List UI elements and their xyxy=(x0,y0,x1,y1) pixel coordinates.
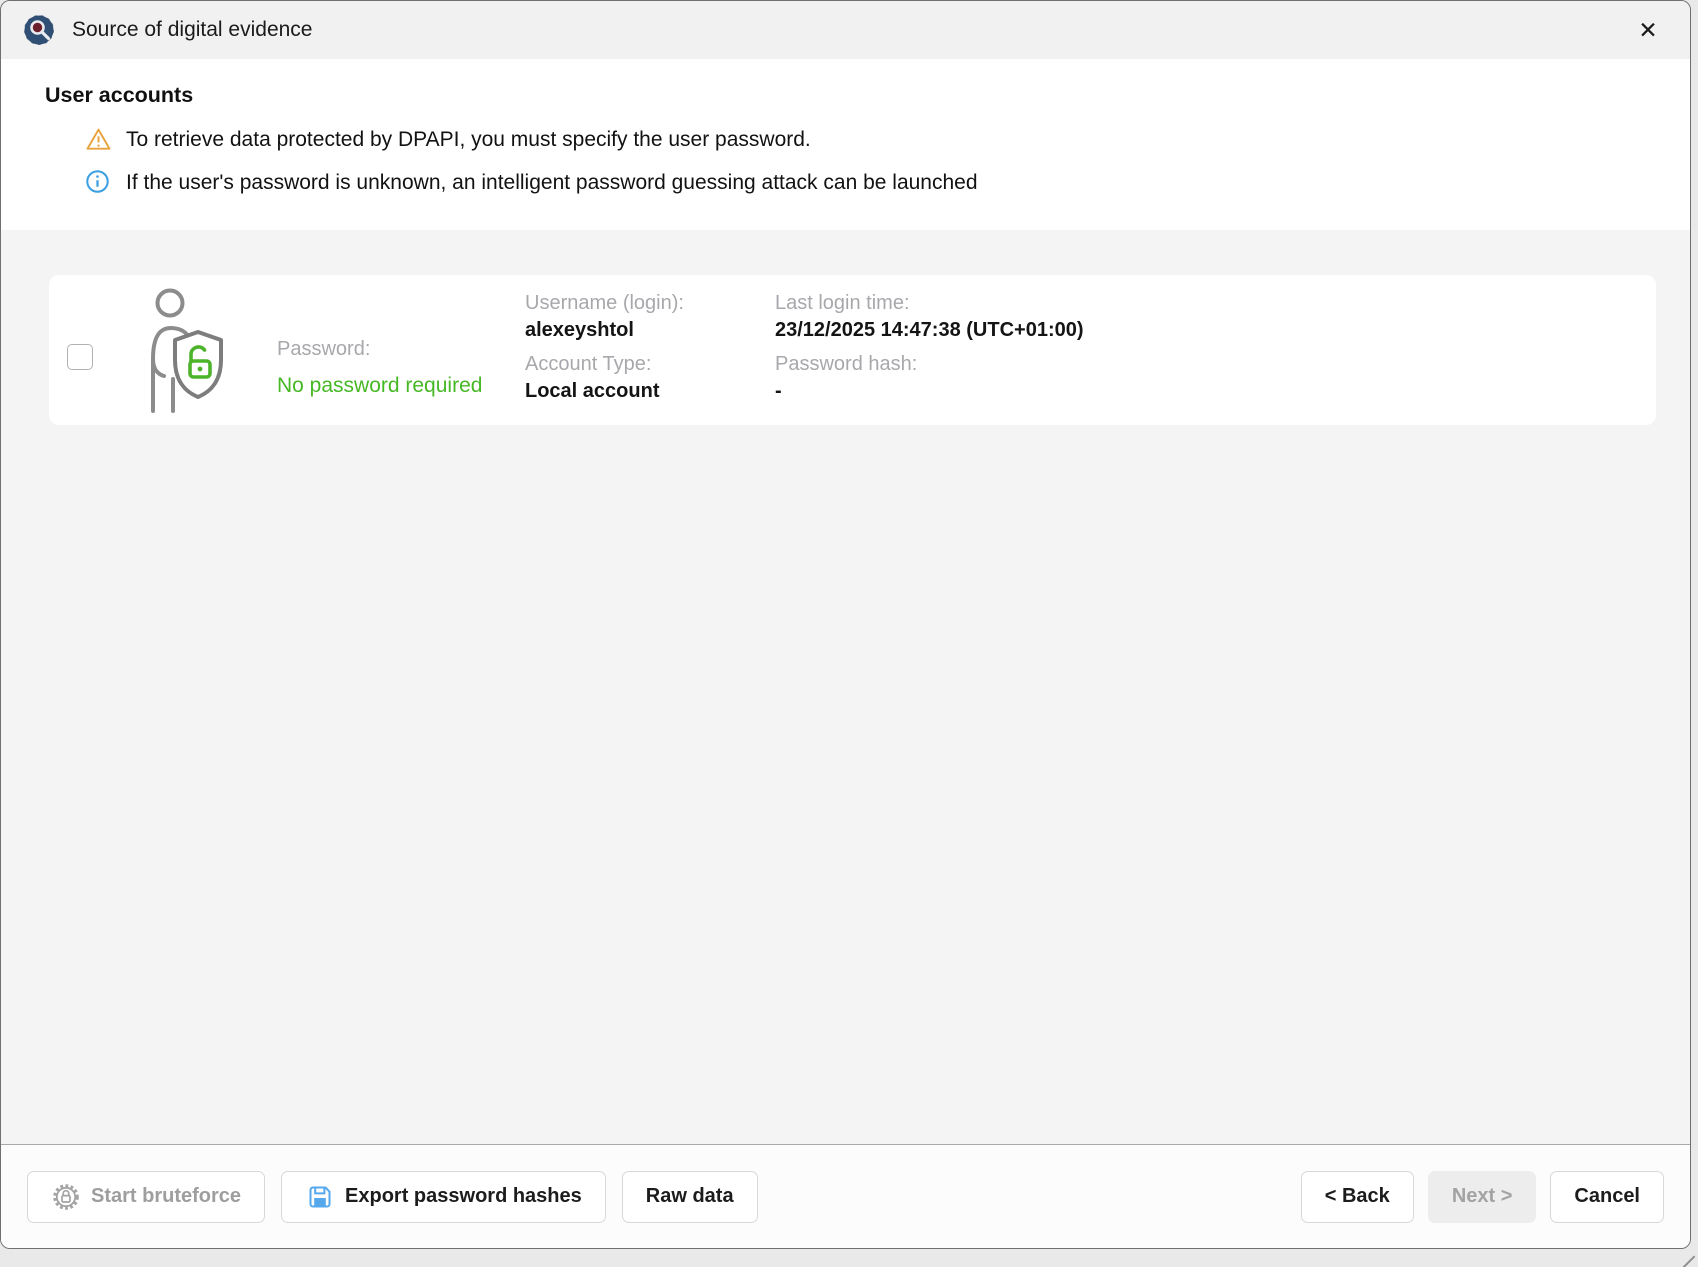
username-value: alexeyshtol xyxy=(525,318,775,342)
info-row: If the user's password is unknown, an in… xyxy=(85,169,1646,196)
password-column: Password: No password required xyxy=(277,275,525,425)
dialog-window: Source of digital evidence ✕ User accoun… xyxy=(0,0,1691,1249)
last-login-field: Last login time: 23/12/2025 14:47:38 (UT… xyxy=(775,291,1656,342)
info-icon xyxy=(85,169,112,196)
cancel-label: Cancel xyxy=(1574,1185,1640,1208)
footer-right-buttons: < Back Next > Cancel xyxy=(1301,1171,1664,1223)
app-magnifier-icon xyxy=(23,14,55,46)
close-button[interactable]: ✕ xyxy=(1628,10,1668,50)
user-shield-icon xyxy=(143,287,225,413)
account-checkbox[interactable] xyxy=(67,344,93,370)
username-field: Username (login): alexeyshtol xyxy=(525,291,775,342)
export-password-hashes-label: Export password hashes xyxy=(345,1185,582,1208)
resize-grip[interactable] xyxy=(1680,1241,1695,1256)
last-login-value: 23/12/2025 14:47:38 (UTC+01:00) xyxy=(775,318,1656,342)
username-label: Username (login): xyxy=(525,291,775,315)
footer-bar: Start bruteforce Export password hashes … xyxy=(1,1144,1690,1248)
account-type-label: Account Type: xyxy=(525,352,775,376)
header-section: User accounts To retrieve data protected… xyxy=(1,59,1690,230)
warning-icon xyxy=(85,126,112,153)
password-hash-field: Password hash: - xyxy=(775,352,1656,403)
back-button[interactable]: < Back xyxy=(1301,1171,1414,1223)
back-label: < Back xyxy=(1325,1185,1390,1208)
content-area: Password: No password required Username … xyxy=(1,230,1690,1144)
password-hash-label: Password hash: xyxy=(775,352,1656,376)
gear-lock-icon xyxy=(51,1182,81,1212)
title-bar: Source of digital evidence ✕ xyxy=(1,1,1690,59)
footer-left-buttons: Start bruteforce Export password hashes … xyxy=(27,1171,758,1223)
raw-data-label: Raw data xyxy=(646,1185,734,1208)
info-text: If the user's password is unknown, an in… xyxy=(126,171,978,195)
next-label: Next > xyxy=(1452,1185,1513,1208)
warning-text: To retrieve data protected by DPAPI, you… xyxy=(126,128,811,152)
account-type-value: Local account xyxy=(525,379,775,403)
password-label: Password: xyxy=(277,337,525,361)
account-info-column-1: Username (login): alexeyshtol Account Ty… xyxy=(525,275,775,425)
start-bruteforce-button[interactable]: Start bruteforce xyxy=(27,1171,265,1223)
save-icon xyxy=(305,1182,335,1212)
page-title: User accounts xyxy=(45,83,1646,108)
account-info-column-2: Last login time: 23/12/2025 14:47:38 (UT… xyxy=(775,275,1656,425)
window-title: Source of digital evidence xyxy=(72,18,313,42)
export-password-hashes-button[interactable]: Export password hashes xyxy=(281,1171,606,1223)
start-bruteforce-label: Start bruteforce xyxy=(91,1185,241,1208)
password-hash-value: - xyxy=(775,379,1656,403)
next-button[interactable]: Next > xyxy=(1428,1171,1537,1223)
warning-row: To retrieve data protected by DPAPI, you… xyxy=(85,126,1646,153)
user-account-card[interactable]: Password: No password required Username … xyxy=(49,275,1656,425)
password-status: No password required xyxy=(277,374,525,398)
raw-data-button[interactable]: Raw data xyxy=(622,1171,758,1223)
cancel-button[interactable]: Cancel xyxy=(1550,1171,1664,1223)
last-login-label: Last login time: xyxy=(775,291,1656,315)
close-icon: ✕ xyxy=(1638,17,1657,44)
account-type-field: Account Type: Local account xyxy=(525,352,775,403)
